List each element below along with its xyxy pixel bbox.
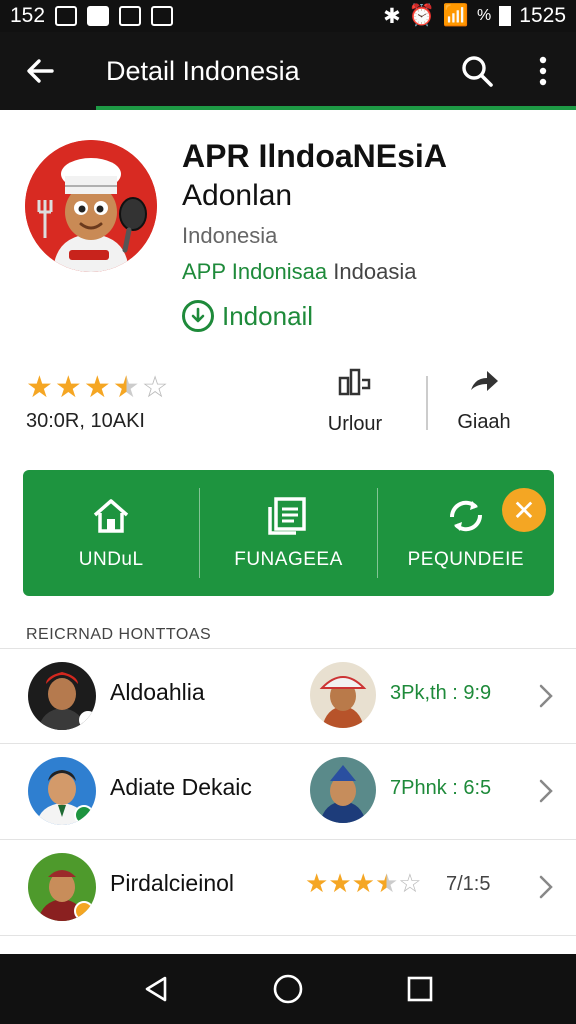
rating-count: 30:0R, 10AKI	[26, 410, 145, 432]
app-country: Indonesia	[182, 223, 278, 248]
app-name: APR IlndoaNEsiA	[182, 138, 447, 174]
back-button[interactable]	[0, 32, 80, 110]
install-status-text: Indonail	[222, 300, 314, 331]
action-bar: UNDuL FUNAGEEA PEQUNDEIE ✕	[23, 470, 554, 596]
star-half-icon: ★	[374, 868, 399, 898]
bar-chart-icon	[338, 368, 371, 396]
star-full-icon: ★	[26, 371, 53, 404]
wifi-icon: 📶	[442, 4, 470, 27]
app-developer[interactable]: APP Indonisaa Indoasia	[182, 259, 447, 285]
related-section-title: REICRNAD HONTTOAS	[26, 626, 212, 643]
list-item[interactable]: Pirdalcieinol ★★★★☆ 7/1:5	[0, 840, 576, 936]
bluetooth-icon: ✱	[383, 4, 401, 28]
star-full-icon: ★	[351, 868, 375, 898]
close-icon[interactable]: ✕	[501, 488, 546, 532]
install-status-badge: Indonail	[182, 300, 313, 332]
download-icon	[182, 300, 214, 332]
stat-column-2[interactable]: Giaah	[424, 366, 544, 434]
battery-percent: %	[477, 7, 492, 24]
avatar	[28, 853, 96, 921]
nav-recents-button[interactable]	[390, 959, 450, 1019]
app-header: APR IlndoaNEsiA Adonlan Indonesia APP In…	[0, 116, 576, 356]
star-half-icon: ★	[112, 371, 140, 404]
rating-stars: ★ ★ ★ ★ ☆	[26, 370, 169, 405]
list-item-rating: 7Phnk : 6:5	[390, 777, 492, 799]
document-icon	[268, 497, 307, 535]
list-item-rating: 7/1:5	[446, 873, 491, 895]
square-recents-icon	[407, 976, 433, 1002]
action-label-1: UNDuL	[78, 549, 144, 570]
related-list: Aldoahlia 3Pk,th : 9:9 Adiate Dekaic 7Ph…	[0, 648, 576, 936]
list-item-name: Aldoahlia	[110, 679, 205, 705]
share-icon	[471, 371, 498, 391]
search-button[interactable]	[444, 32, 510, 110]
action-label-3: PEQUNDEIE	[407, 549, 525, 570]
stat-label-1: Urlour	[327, 413, 383, 435]
list-item-stars: ★★★★☆	[305, 868, 422, 899]
star-full-icon: ★	[83, 371, 111, 404]
triangle-back-icon	[145, 976, 167, 1002]
stats-row: ★ ★ ★ ★ ☆ 30:0R, 10AKI Urlour Giaah	[0, 360, 576, 450]
notification-icon	[55, 6, 78, 26]
chevron-right-icon	[539, 875, 553, 899]
developer-region: Indoasia	[333, 259, 417, 284]
nav-back-button[interactable]	[126, 959, 186, 1019]
list-item[interactable]: Aldoahlia 3Pk,th : 9:9	[0, 648, 576, 744]
list-item-rating: 3Pk,th : 9:9	[390, 682, 492, 704]
action-button-2[interactable]: FUNAGEEA	[200, 470, 376, 596]
list-item-name: Adiate Dekaic	[110, 774, 252, 800]
circle-home-icon	[273, 974, 303, 1004]
app-subtitle: Adonlan	[182, 179, 293, 212]
status-bar: 152 ✱ ⏰ 📶 % 1525	[0, 0, 576, 32]
app-bar-accent-line	[96, 106, 576, 110]
battery-icon	[499, 6, 512, 26]
avatar	[28, 757, 96, 825]
refresh-icon	[449, 500, 482, 532]
list-item-name: Pirdalcieinol	[110, 870, 235, 896]
star-full-icon: ★	[305, 868, 329, 898]
stat-label-2: Giaah	[457, 411, 511, 433]
more-options-button[interactable]	[510, 32, 576, 110]
avatar	[28, 662, 96, 730]
status-time-left: 152	[10, 4, 46, 27]
star-empty-icon: ☆	[398, 868, 422, 898]
app-logo	[25, 140, 157, 272]
developer-name: APP Indonisaa	[182, 259, 328, 284]
stat-column-1[interactable]: Urlour	[295, 366, 415, 436]
action-button-3[interactable]: PEQUNDEIE ✕	[378, 470, 554, 596]
star-full-icon: ★	[54, 371, 82, 404]
app-bar: Detail Indonesia	[0, 32, 576, 110]
status-time-right: 1525	[519, 4, 566, 27]
lock-icon	[87, 6, 110, 26]
star-empty-icon: ☆	[141, 371, 169, 404]
image-icon	[119, 6, 142, 26]
star-full-icon: ★	[328, 868, 352, 898]
arrow-left-icon	[27, 59, 54, 83]
chevron-right-icon	[539, 684, 553, 708]
action-label-2: FUNAGEEA	[234, 549, 343, 570]
chevron-right-icon	[539, 779, 553, 803]
system-nav-bar	[0, 954, 576, 1024]
page-title: Detail Indonesia	[106, 55, 300, 86]
mail-icon	[151, 6, 174, 26]
action-button-1[interactable]: UNDuL	[23, 470, 199, 596]
search-icon	[462, 56, 493, 87]
more-vert-icon	[539, 56, 547, 86]
nav-home-button[interactable]	[258, 959, 318, 1019]
avatar	[310, 757, 376, 823]
alarm-icon: ⏰	[408, 4, 435, 27]
list-item[interactable]: Adiate Dekaic 7Phnk : 6:5	[0, 744, 576, 840]
avatar	[310, 662, 376, 728]
home-icon	[94, 499, 129, 533]
